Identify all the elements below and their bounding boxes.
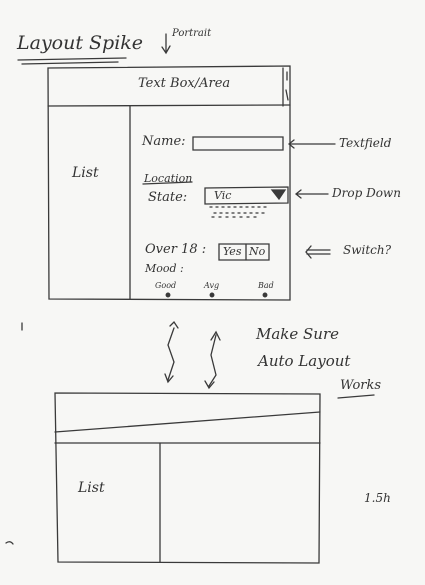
- state-dropdown-value[interactable]: Vic: [214, 189, 231, 202]
- switch-annotation: Switch?: [343, 243, 392, 257]
- sketch-title: Layout Spike: [17, 32, 144, 54]
- name-label: Name:: [142, 134, 186, 149]
- note-line-1: Make Sure: [256, 325, 340, 343]
- dropdown-annotation: Drop Down: [332, 186, 401, 200]
- textfield-annotation: Textfield: [339, 136, 392, 150]
- mood-label: Mood :: [145, 262, 184, 275]
- note-line-2: Auto Layout: [258, 352, 351, 370]
- list-label-portrait: List: [72, 165, 99, 181]
- switch-yes[interactable]: Yes: [223, 245, 241, 258]
- note-line-3: Works: [340, 378, 382, 393]
- title-bar-label: Text Box/Area: [138, 76, 231, 91]
- mood-option-bad[interactable]: Bad: [258, 281, 274, 290]
- orientation-label: Portrait: [172, 28, 212, 39]
- over18-label: Over 18 :: [145, 242, 207, 257]
- mood-option-avg[interactable]: Avg: [204, 281, 219, 290]
- switch-no[interactable]: No: [249, 245, 265, 258]
- mood-option-good[interactable]: Good: [155, 281, 176, 290]
- state-label: State:: [148, 190, 188, 205]
- location-label-struck: Location: [144, 172, 193, 185]
- list-label-landscape: List: [78, 480, 105, 496]
- time-estimate: 1.5h: [364, 491, 391, 505]
